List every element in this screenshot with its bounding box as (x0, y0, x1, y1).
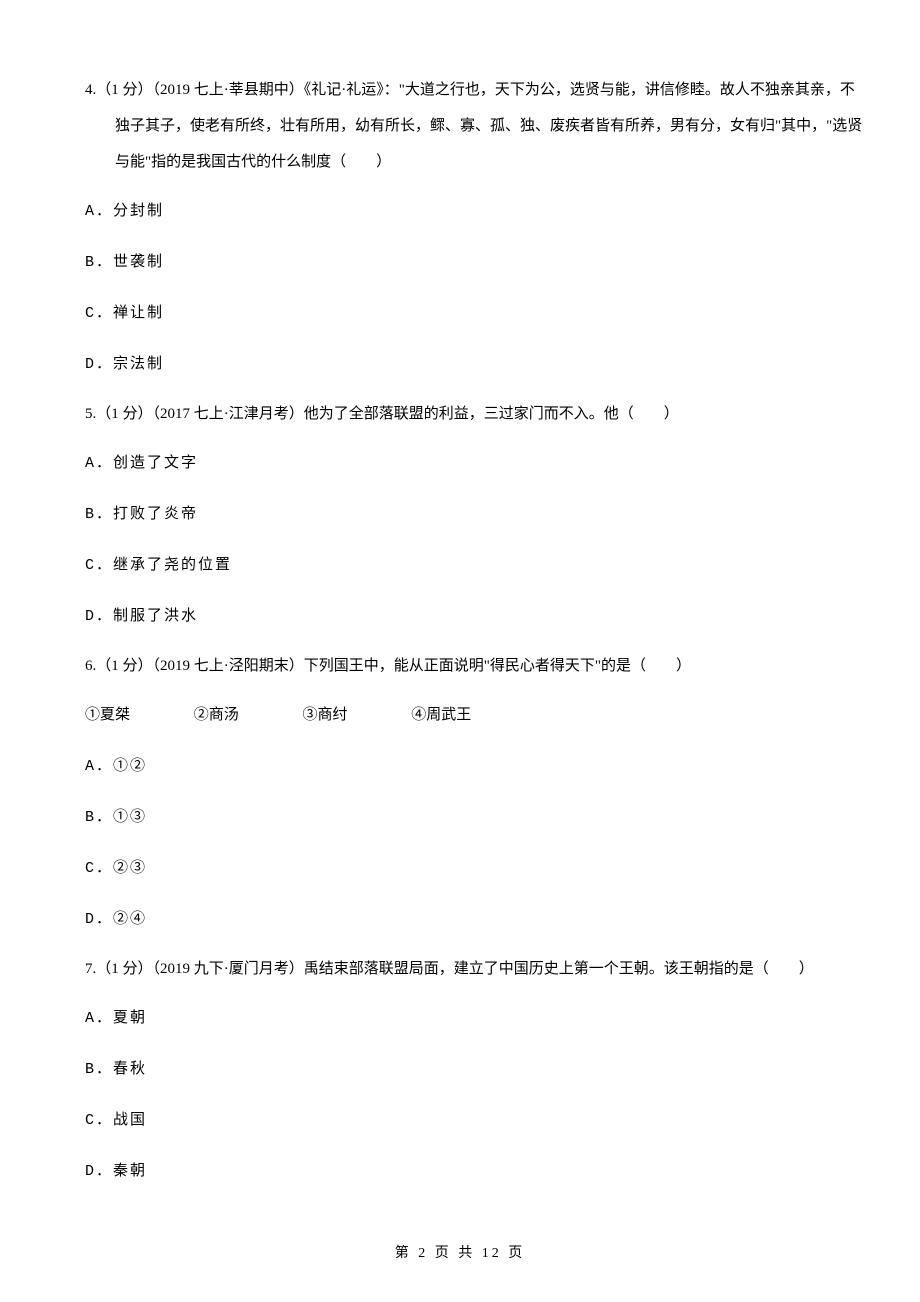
question-6-option-c: C．②③ (85, 849, 865, 888)
question-6: 6.（1 分）（2019 七上·泾阳期末）下列国王中，能从正面说明"得民心者得天… (85, 648, 865, 939)
option-label: C．②③ (85, 860, 147, 877)
question-4-option-d: D．宗法制 (85, 345, 865, 384)
list-item-4: ④周武王 (411, 696, 471, 735)
option-label: C．战国 (85, 1112, 147, 1129)
option-label: B．①③ (85, 809, 147, 826)
question-4-option-c: C．禅让制 (85, 294, 865, 333)
option-label: C．继承了尧的位置 (85, 557, 232, 574)
question-7-option-d: D．秦朝 (85, 1152, 865, 1191)
option-label: B．世袭制 (85, 254, 164, 271)
question-6-option-d: D．②④ (85, 900, 865, 939)
option-label: D．②④ (85, 911, 147, 928)
question-7-option-c: C．战国 (85, 1101, 865, 1140)
question-6-inline-list: ①夏桀 ②商汤 ③商纣 ④周武王 (85, 696, 865, 735)
option-label: C．禅让制 (85, 305, 164, 322)
list-item-1: ①夏桀 (85, 696, 130, 735)
question-4-option-b: B．世袭制 (85, 243, 865, 282)
question-5-stem: 5.（1 分）（2017 七上·江津月考）他为了全部落联盟的利益，三过家门而不入… (85, 396, 865, 432)
page-footer: 第 2 页 共 12 页 (0, 1236, 920, 1272)
question-6-option-a: A．①② (85, 747, 865, 786)
option-label: D．宗法制 (85, 356, 164, 373)
option-label: B．春秋 (85, 1061, 147, 1078)
page-content: 4.（1 分）（2019 七上·莘县期中）《礼记·礼运》："大道之行也，天下为公… (55, 72, 865, 1191)
option-label: D．秦朝 (85, 1163, 147, 1180)
option-label: A．①② (85, 758, 147, 775)
question-7-stem: 7.（1 分）（2019 九下·厦门月考）禹结束部落联盟局面，建立了中国历史上第… (85, 951, 865, 987)
question-4-stem: 4.（1 分）（2019 七上·莘县期中）《礼记·礼运》："大道之行也，天下为公… (85, 72, 865, 180)
question-5-option-c: C．继承了尧的位置 (85, 546, 865, 585)
question-6-option-b: B．①③ (85, 798, 865, 837)
question-4: 4.（1 分）（2019 七上·莘县期中）《礼记·礼运》："大道之行也，天下为公… (85, 72, 865, 384)
question-5: 5.（1 分）（2017 七上·江津月考）他为了全部落联盟的利益，三过家门而不入… (85, 396, 865, 636)
question-5-option-b: B．打败了炎帝 (85, 495, 865, 534)
question-7: 7.（1 分）（2019 九下·厦门月考）禹结束部落联盟局面，建立了中国历史上第… (85, 951, 865, 1191)
question-4-option-a: A．分封制 (85, 192, 865, 231)
option-label: A．创造了文字 (85, 455, 198, 472)
option-label: A．夏朝 (85, 1010, 147, 1027)
question-6-stem: 6.（1 分）（2019 七上·泾阳期末）下列国王中，能从正面说明"得民心者得天… (85, 648, 865, 684)
list-item-2: ②商汤 (194, 696, 239, 735)
option-label: D．制服了洪水 (85, 608, 198, 625)
option-label: B．打败了炎帝 (85, 506, 198, 523)
question-5-option-d: D．制服了洪水 (85, 597, 865, 636)
question-7-option-b: B．春秋 (85, 1050, 865, 1089)
question-7-option-a: A．夏朝 (85, 999, 865, 1038)
question-5-option-a: A．创造了文字 (85, 444, 865, 483)
list-item-3: ③商纣 (303, 696, 348, 735)
option-label: A．分封制 (85, 203, 164, 220)
